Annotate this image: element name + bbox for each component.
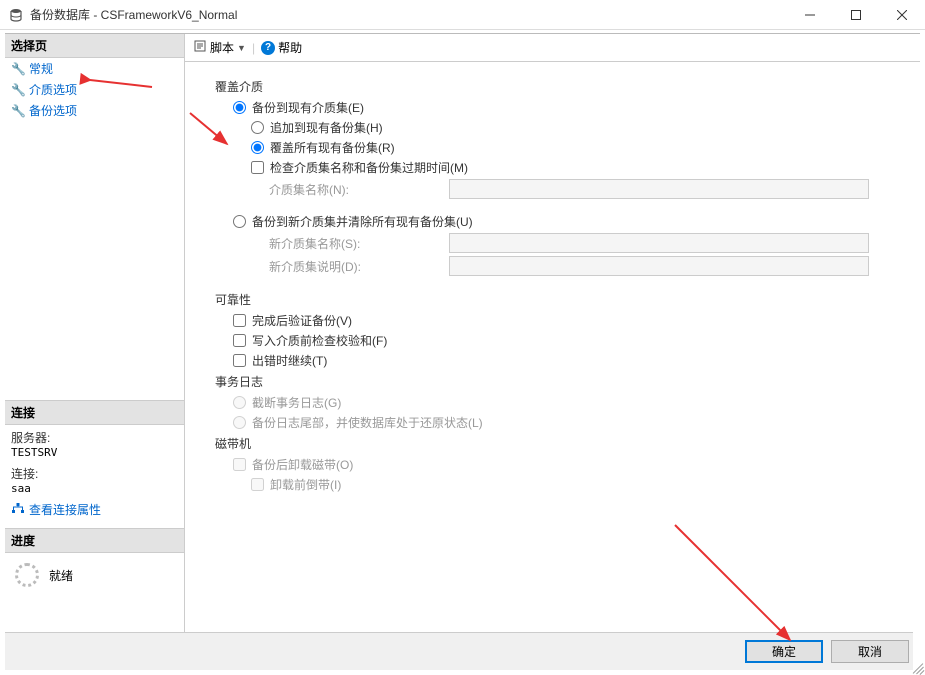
wrench-icon: 🔧 bbox=[11, 62, 25, 76]
nav-label: 常规 bbox=[29, 60, 53, 77]
options-form: 覆盖介质 备份到现有介质集(E) 追加到现有备份集(H) 覆盖所有现有备份集(R… bbox=[185, 62, 920, 496]
script-dropdown[interactable]: 脚本 ▼ bbox=[193, 39, 246, 56]
field-label: 介质集名称(N): bbox=[269, 181, 449, 198]
radio-input[interactable] bbox=[251, 141, 264, 154]
radio-input[interactable] bbox=[233, 101, 246, 114]
new-media-desc-input bbox=[449, 256, 869, 276]
main-area: 选择页 🔧 常规 🔧 介质选项 🔧 备份选项 连接 服务器: TESTSRV bbox=[5, 33, 920, 633]
checkbox-input[interactable] bbox=[233, 354, 246, 367]
connection-value: saa bbox=[11, 482, 178, 495]
minimize-button[interactable] bbox=[787, 0, 833, 30]
checkbox-input bbox=[233, 458, 246, 471]
checkbox-label: 写入介质前检查校验和(F) bbox=[252, 332, 387, 349]
radio-label: 追加到现有备份集(H) bbox=[270, 119, 383, 136]
tape-group: 磁带机 bbox=[215, 435, 900, 452]
txnlog-group: 事务日志 bbox=[215, 373, 900, 390]
radio-overwrite[interactable]: 覆盖所有现有备份集(R) bbox=[251, 139, 900, 156]
database-icon bbox=[8, 7, 24, 23]
reliability-group: 可靠性 bbox=[215, 291, 900, 308]
content-pane: 脚本 ▼ | ? 帮助 覆盖介质 备份到现有介质集(E) 追加到现有备份集(H)… bbox=[185, 34, 920, 633]
new-media-desc-row: 新介质集说明(D): bbox=[269, 256, 900, 276]
checkbox-input bbox=[251, 478, 264, 491]
radio-input[interactable] bbox=[233, 215, 246, 228]
check-media-name-expiry[interactable]: 检查介质集名称和备份集过期时间(M) bbox=[251, 159, 900, 176]
cancel-button[interactable]: 取消 bbox=[831, 640, 909, 663]
connection-label: 连接: bbox=[11, 465, 178, 482]
chevron-down-icon: ▼ bbox=[237, 43, 246, 53]
nav-backup-options[interactable]: 🔧 备份选项 bbox=[5, 100, 184, 121]
radio-backup-existing[interactable]: 备份到现有介质集(E) bbox=[233, 99, 900, 116]
nav-general[interactable]: 🔧 常规 bbox=[5, 58, 184, 79]
script-label: 脚本 bbox=[210, 39, 234, 56]
nav-label: 介质选项 bbox=[29, 81, 77, 98]
progress-block: 就绪 bbox=[5, 553, 184, 633]
new-media-name-row: 新介质集名称(S): bbox=[269, 233, 900, 253]
checkbox-label: 出错时继续(T) bbox=[252, 352, 327, 369]
progress-header: 进度 bbox=[5, 528, 184, 553]
help-icon: ? bbox=[261, 41, 275, 55]
radio-input bbox=[233, 396, 246, 409]
help-label: 帮助 bbox=[278, 39, 302, 56]
check-verify[interactable]: 完成后验证备份(V) bbox=[233, 312, 900, 329]
page-nav: 🔧 常规 🔧 介质选项 🔧 备份选项 bbox=[5, 58, 184, 121]
progress-status: 就绪 bbox=[49, 567, 73, 584]
check-unload-tape: 备份后卸载磁带(O) bbox=[233, 456, 900, 473]
media-set-name-row: 介质集名称(N): bbox=[269, 179, 900, 199]
server-label: 服务器: bbox=[11, 429, 178, 446]
radio-backup-tail: 备份日志尾部，并使数据库处于还原状态(L) bbox=[233, 414, 900, 431]
wrench-icon: 🔧 bbox=[11, 83, 25, 97]
media-set-name-input bbox=[449, 179, 869, 199]
server-value: TESTSRV bbox=[11, 446, 178, 459]
radio-label: 备份日志尾部，并使数据库处于还原状态(L) bbox=[252, 414, 483, 431]
connection-block: 服务器: TESTSRV 连接: saa 查看连接属性 bbox=[5, 425, 184, 528]
radio-input[interactable] bbox=[251, 121, 264, 134]
field-label: 新介质集名称(S): bbox=[269, 235, 449, 252]
resize-grip[interactable] bbox=[909, 659, 923, 673]
checkbox-input[interactable] bbox=[251, 161, 264, 174]
radio-new-media-set[interactable]: 备份到新介质集并清除所有现有备份集(U) bbox=[233, 213, 900, 230]
new-media-name-input bbox=[449, 233, 869, 253]
check-checksum[interactable]: 写入介质前检查校验和(F) bbox=[233, 332, 900, 349]
nav-label: 备份选项 bbox=[29, 102, 77, 119]
maximize-button[interactable] bbox=[833, 0, 879, 30]
window-title: 备份数据库 - CSFrameworkV6_Normal bbox=[30, 6, 787, 23]
content-toolbar: 脚本 ▼ | ? 帮助 bbox=[185, 34, 920, 62]
field-label: 新介质集说明(D): bbox=[269, 258, 449, 275]
radio-append[interactable]: 追加到现有备份集(H) bbox=[251, 119, 900, 136]
checkbox-input[interactable] bbox=[233, 334, 246, 347]
override-media-group: 覆盖介质 bbox=[215, 78, 900, 95]
checkbox-label: 备份后卸载磁带(O) bbox=[252, 456, 353, 473]
checkbox-label: 卸载前倒带(I) bbox=[270, 476, 341, 493]
checkbox-input[interactable] bbox=[233, 314, 246, 327]
connection-props-icon bbox=[11, 502, 25, 517]
checkbox-label: 完成后验证备份(V) bbox=[252, 312, 352, 329]
radio-truncate-log: 截断事务日志(G) bbox=[233, 394, 900, 411]
checkbox-label: 检查介质集名称和备份集过期时间(M) bbox=[270, 159, 468, 176]
close-button[interactable] bbox=[879, 0, 925, 30]
dialog-footer: 确定 取消 bbox=[5, 632, 913, 670]
connection-header: 连接 bbox=[5, 400, 184, 425]
select-page-header: 选择页 bbox=[5, 34, 184, 58]
sidebar: 选择页 🔧 常规 🔧 介质选项 🔧 备份选项 连接 服务器: TESTSRV bbox=[5, 34, 185, 633]
radio-label: 覆盖所有现有备份集(R) bbox=[270, 139, 395, 156]
nav-media-options[interactable]: 🔧 介质选项 bbox=[5, 79, 184, 100]
check-rewind: 卸载前倒带(I) bbox=[251, 476, 900, 493]
help-button[interactable]: ? 帮助 bbox=[261, 39, 302, 56]
view-connection-props-link[interactable]: 查看连接属性 bbox=[29, 501, 101, 518]
script-icon bbox=[193, 39, 207, 56]
radio-label: 备份到新介质集并清除所有现有备份集(U) bbox=[252, 213, 473, 230]
progress-spinner-icon bbox=[15, 563, 39, 587]
radio-label: 截断事务日志(G) bbox=[252, 394, 341, 411]
title-bar: 备份数据库 - CSFrameworkV6_Normal bbox=[0, 0, 925, 30]
ok-button[interactable]: 确定 bbox=[745, 640, 823, 663]
wrench-icon: 🔧 bbox=[11, 104, 25, 118]
radio-label: 备份到现有介质集(E) bbox=[252, 99, 364, 116]
check-continue-on-error[interactable]: 出错时继续(T) bbox=[233, 352, 900, 369]
radio-input bbox=[233, 416, 246, 429]
